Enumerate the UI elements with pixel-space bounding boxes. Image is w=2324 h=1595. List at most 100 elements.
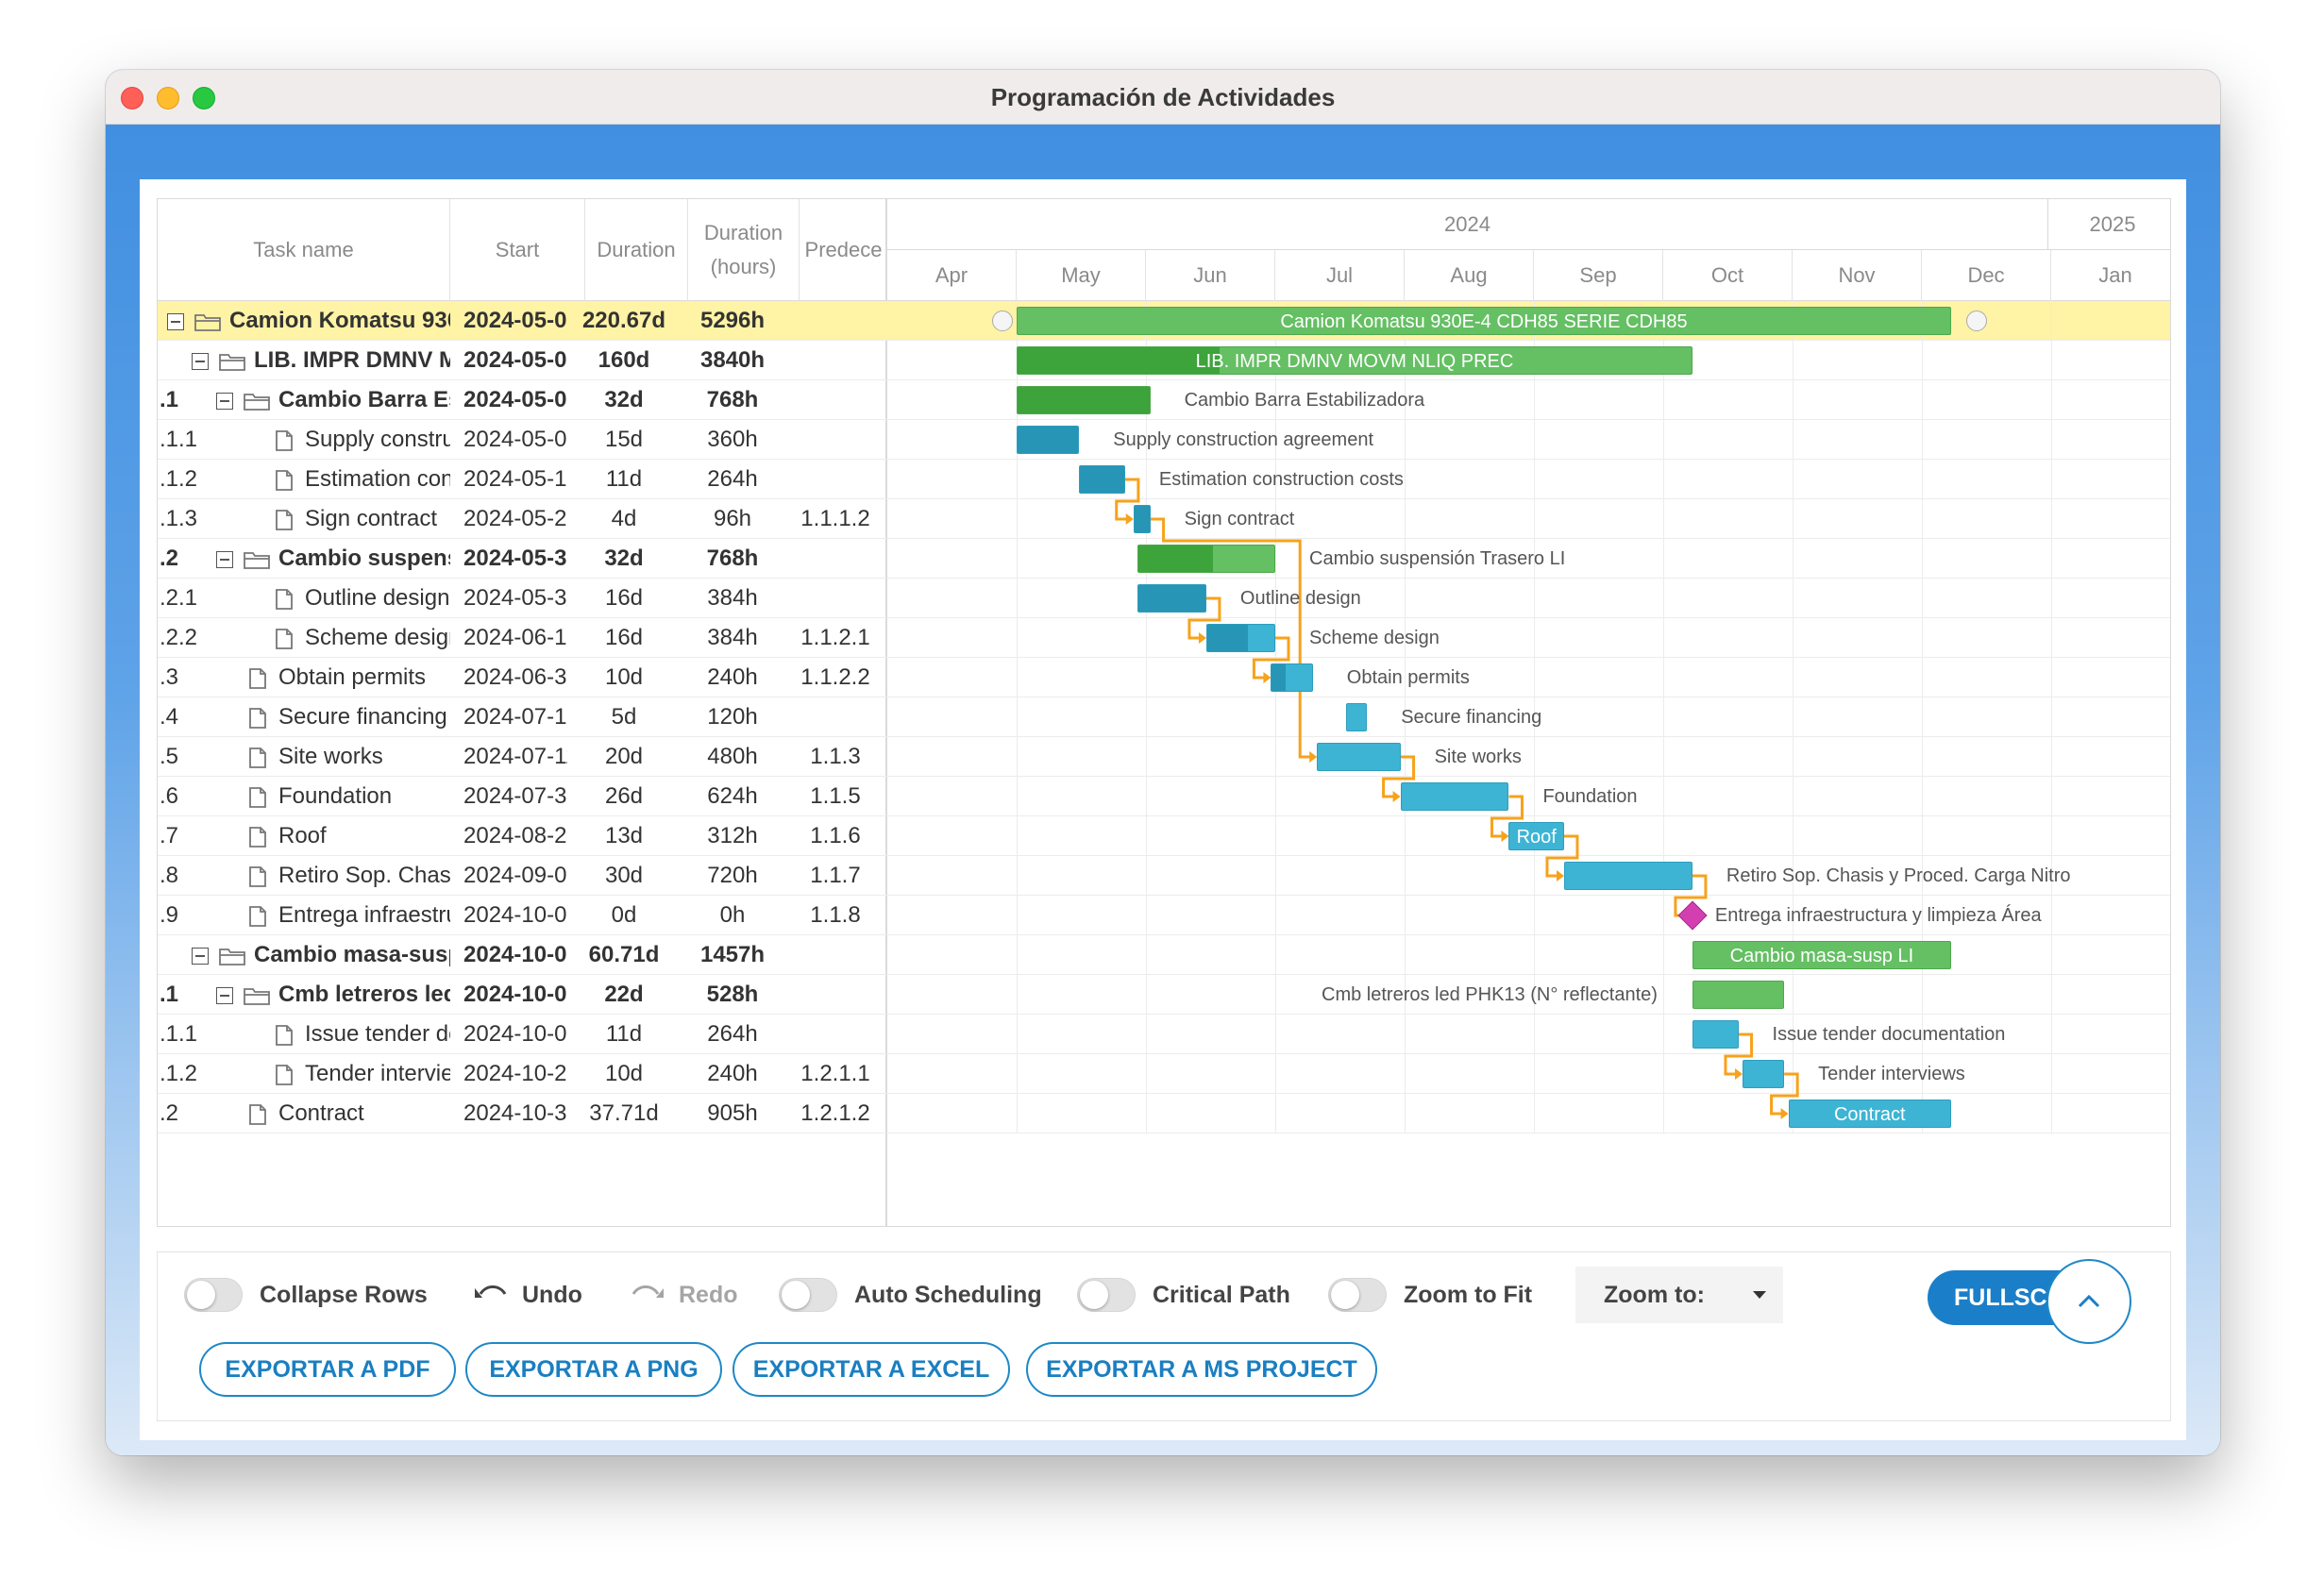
task-name-cell[interactable]: Cambio masa-susp LI [192, 935, 450, 975]
task-name-cell[interactable]: Obtain permits [216, 658, 450, 697]
task-name-cell[interactable]: Sign contract [243, 499, 450, 539]
collapse-toggle-icon[interactable] [216, 392, 233, 410]
task-bar[interactable] [1205, 624, 1275, 652]
export-ms-project-button[interactable]: EXPORTAR A MS PROJECT [1026, 1342, 1377, 1397]
task-bar[interactable]: Roof [1508, 822, 1564, 850]
summary-bar[interactable]: Camion Komatsu 930E-4 CDH85 SERIE CDH85 [1017, 307, 1951, 335]
auto-scheduling-switch[interactable] [779, 1278, 837, 1312]
task-name-cell[interactable]: Site works [216, 737, 450, 777]
export-pdf-button[interactable]: EXPORTAR A PDF [199, 1342, 456, 1397]
table-row[interactable]: .1.2 Estimation construction costs 2024-05… [158, 460, 887, 499]
task-name-cell[interactable]: Camion Komatsu 930E-4 CDH85 SERIE CDH85 [167, 301, 450, 341]
chevron-up-icon [2078, 1294, 2100, 1308]
redo-button[interactable]: Redo [630, 1267, 738, 1323]
table-row[interactable]: .6 Foundation 2024-07-31 26d 624h 1.1.5 [158, 777, 887, 816]
task-name-cell[interactable]: Issue tender documentation [243, 1015, 450, 1054]
table-row[interactable]: .9 Entrega infraestructura y limpieza Áre… [158, 896, 887, 935]
table-row[interactable]: .2.2 Scheme design 2024-06-15 16d 384h 1.1.2.… [158, 618, 887, 658]
export-png-button[interactable]: EXPORTAR A PNG [465, 1342, 722, 1397]
task-bar[interactable] [1271, 663, 1313, 692]
critical-path-switch[interactable] [1077, 1278, 1136, 1312]
table-row[interactable]: .8 Retiro Sop. Chasis y Proced. Carga Nit… [158, 856, 887, 896]
zoom-to-fit-switch[interactable] [1328, 1278, 1387, 1312]
start-cell: 2024-08-26 [463, 823, 567, 848]
table-row[interactable]: .1 Cambio Barra Estabilizadora 2024-05-01 3… [158, 380, 887, 420]
summary-bar[interactable]: Cambio masa-susp LI [1692, 941, 1951, 969]
table-row[interactable]: .1.3 Sign contract 2024-05-29 4d 96h 1.1.1.2 [158, 499, 887, 539]
table-row[interactable]: .7 Roof 2024-08-26 13d 312h 1.1.6 [158, 816, 887, 856]
column-header-duration-hours[interactable]: Duration (hours) [688, 199, 800, 301]
collapse-rows-switch[interactable] [184, 1278, 243, 1312]
task-bar[interactable]: Contract [1788, 1100, 1951, 1128]
task-name-cell[interactable]: LIB. IMPR DMNV MOVM NLIQ PREC [192, 341, 450, 380]
table-row[interactable]: Camion Komatsu 930E-4 CDH85 SERIE CDH85 2… [158, 301, 887, 341]
task-bar[interactable] [1346, 703, 1368, 731]
table-row[interactable]: .5 Site works 2024-07-11 20d 480h 1.1.3 [158, 737, 887, 777]
task-bar[interactable] [1017, 426, 1080, 454]
task-bar[interactable] [1133, 505, 1151, 533]
collapse-toggle-icon[interactable] [192, 352, 209, 370]
zoom-to-fit-toggle[interactable]: Zoom to Fit [1328, 1267, 1532, 1323]
table-row[interactable]: .2 Contract 2024-10-31 37.71d 905h 1.2.1.2 [158, 1094, 887, 1133]
task-bar[interactable] [1317, 743, 1401, 771]
export-excel-button[interactable]: EXPORTAR A EXCEL [733, 1342, 1010, 1397]
table-row[interactable]: LIB. IMPR DMNV MOVM NLIQ PREC 2024-05-01 1… [158, 341, 887, 380]
column-header-task-name[interactable]: Task name [158, 199, 450, 301]
table-row[interactable]: .2.1 Outline design 2024-05-30 16d 384h [158, 579, 887, 618]
task-bar[interactable] [1079, 465, 1125, 494]
task-bar[interactable] [1137, 584, 1206, 613]
collapse-toggle-icon[interactable] [216, 550, 233, 568]
column-header-start[interactable]: Start [450, 199, 585, 301]
collapse-toggle-icon[interactable] [167, 312, 184, 330]
task-name-cell[interactable]: Cmb letreros led PHK13 (N° reflectante) [216, 975, 450, 1015]
table-row[interactable]: .3 Obtain permits 2024-06-30 10d 240h 1.1.2.2 [158, 658, 887, 697]
table-row[interactable]: .1 Cmb letreros led PHK13 (N° reflectante… [158, 975, 887, 1015]
table-row[interactable]: .4 Secure financing 2024-07-18 5d 120h [158, 697, 887, 737]
summary-bar[interactable] [1017, 386, 1151, 414]
summary-bar[interactable]: LIB. IMPR DMNV MOVM NLIQ PREC [1017, 346, 1692, 375]
task-name-cell[interactable]: Retiro Sop. Chasis y Proced. Carga Nitro [216, 856, 450, 896]
task-name-cell[interactable]: Scheme design [243, 618, 450, 658]
start-cell: 2024-05-30 [463, 546, 567, 571]
undo-button[interactable]: Undo [473, 1267, 582, 1323]
zoom-to-select[interactable]: Zoom to: [1575, 1267, 1783, 1323]
task-name-cell[interactable]: Roof [216, 816, 450, 856]
start-cell: 2024-10-08 [463, 1021, 567, 1047]
wbs-cell: .1.3 [160, 506, 197, 531]
task-name-cell[interactable]: Cambio suspensión Trasero LI [216, 539, 450, 579]
start-cell: 2024-09-08 [463, 863, 567, 888]
task-name-cell[interactable]: Estimation construction costs [243, 460, 450, 499]
file-icon [243, 786, 271, 809]
task-name-cell[interactable]: Outline design [243, 579, 450, 618]
task-bar[interactable] [1400, 782, 1509, 811]
task-name-cell[interactable]: Tender interviews [243, 1054, 450, 1094]
task-bar[interactable] [1742, 1060, 1785, 1088]
column-header-duration[interactable]: Duration [585, 199, 688, 301]
collapse-toggle-icon[interactable] [216, 986, 233, 1004]
drag-handle[interactable] [992, 311, 1013, 331]
table-row[interactable]: .2 Cambio suspensión Trasero LI 2024-05-30… [158, 539, 887, 579]
collapse-rows-toggle[interactable]: Collapse Rows [184, 1267, 428, 1323]
critical-path-toggle[interactable]: Critical Path [1077, 1267, 1290, 1323]
column-header-predecessors[interactable]: Predece [800, 199, 887, 301]
table-row[interactable]: .1.1 Issue tender documentation 2024-10-08… [158, 1015, 887, 1054]
task-bar[interactable] [1563, 862, 1692, 890]
task-name-cell[interactable]: Contract [216, 1094, 450, 1133]
duration-hours-cell: 240h [707, 664, 758, 690]
scroll-top-button[interactable] [2046, 1259, 2131, 1344]
auto-scheduling-toggle[interactable]: Auto Scheduling [779, 1267, 1042, 1323]
task-name-cell[interactable]: Supply construction agreement [243, 420, 450, 460]
collapse-toggle-icon[interactable] [192, 947, 209, 965]
task-name-cell[interactable]: Cambio Barra Estabilizadora [216, 380, 450, 420]
table-row[interactable]: .1.1 Supply construction agreement 2024-05… [158, 420, 887, 460]
task-name-cell[interactable]: Foundation [216, 777, 450, 816]
drag-handle[interactable] [1965, 311, 1987, 331]
summary-bar[interactable] [1692, 981, 1785, 1009]
app-window: Programación de Actividades Task name St… [106, 70, 2220, 1455]
task-name-cell[interactable]: Secure financing [216, 697, 450, 737]
summary-bar[interactable] [1137, 545, 1275, 573]
table-row[interactable]: .1.2 Tender interviews 2024-10-20 10d 240h 1.… [158, 1054, 887, 1094]
task-bar[interactable] [1692, 1020, 1739, 1049]
table-row[interactable]: Cambio masa-susp LI 2024-10-08 60.71d 1457h [158, 935, 887, 975]
task-name-cell[interactable]: Entrega infraestructura y limpieza Área [216, 896, 450, 935]
